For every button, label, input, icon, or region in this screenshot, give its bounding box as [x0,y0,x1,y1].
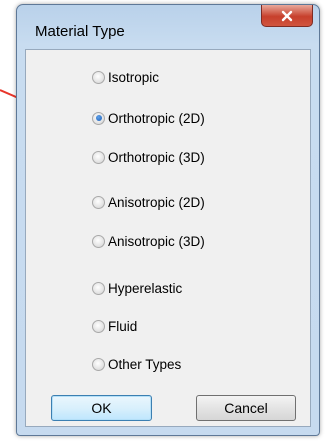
close-x-icon [281,10,293,21]
radio-button[interactable] [92,357,105,371]
radio-label: Other Types [108,356,182,372]
radio-label: Fluid [108,318,138,334]
radio-button[interactable] [92,281,105,295]
radio-orthotropic-2d[interactable]: Orthotropic (2D) [92,108,205,128]
dialog-title: Material Type [35,23,125,40]
dialog-client-area: Isotropic Orthotropic (2D) Orthotropic (… [25,49,311,427]
radio-fluid[interactable]: Fluid [92,316,137,336]
radio-button[interactable] [92,195,105,209]
radio-hyperelastic[interactable]: Hyperelastic [92,278,182,298]
radio-label: Hyperelastic [108,280,183,296]
material-type-dialog: Material Type Isotropic Orthotropic (2D)… [16,4,320,436]
radio-anisotropic-2d[interactable]: Anisotropic (2D) [92,192,205,212]
radio-other-types[interactable]: Other Types [92,354,181,374]
radio-button[interactable] [92,70,105,84]
radio-button[interactable] [92,319,105,333]
radio-label: Anisotropic (2D) [108,194,205,210]
radio-label: Anisotropic (3D) [108,233,205,249]
radio-orthotropic-3d[interactable]: Orthotropic (3D) [92,147,205,167]
radio-isotropic[interactable]: Isotropic [92,67,159,87]
radio-anisotropic-3d[interactable]: Anisotropic (3D) [92,231,205,251]
close-button[interactable] [261,5,313,27]
radio-label: Orthotropic (3D) [108,149,205,165]
ok-button[interactable]: OK [51,395,152,421]
cancel-button[interactable]: Cancel [196,395,296,421]
radio-button-selected[interactable] [92,111,105,125]
radio-button[interactable] [92,150,105,164]
radio-label: Orthotropic (2D) [108,110,205,126]
radio-button[interactable] [92,234,105,248]
radio-label: Isotropic [108,69,160,85]
